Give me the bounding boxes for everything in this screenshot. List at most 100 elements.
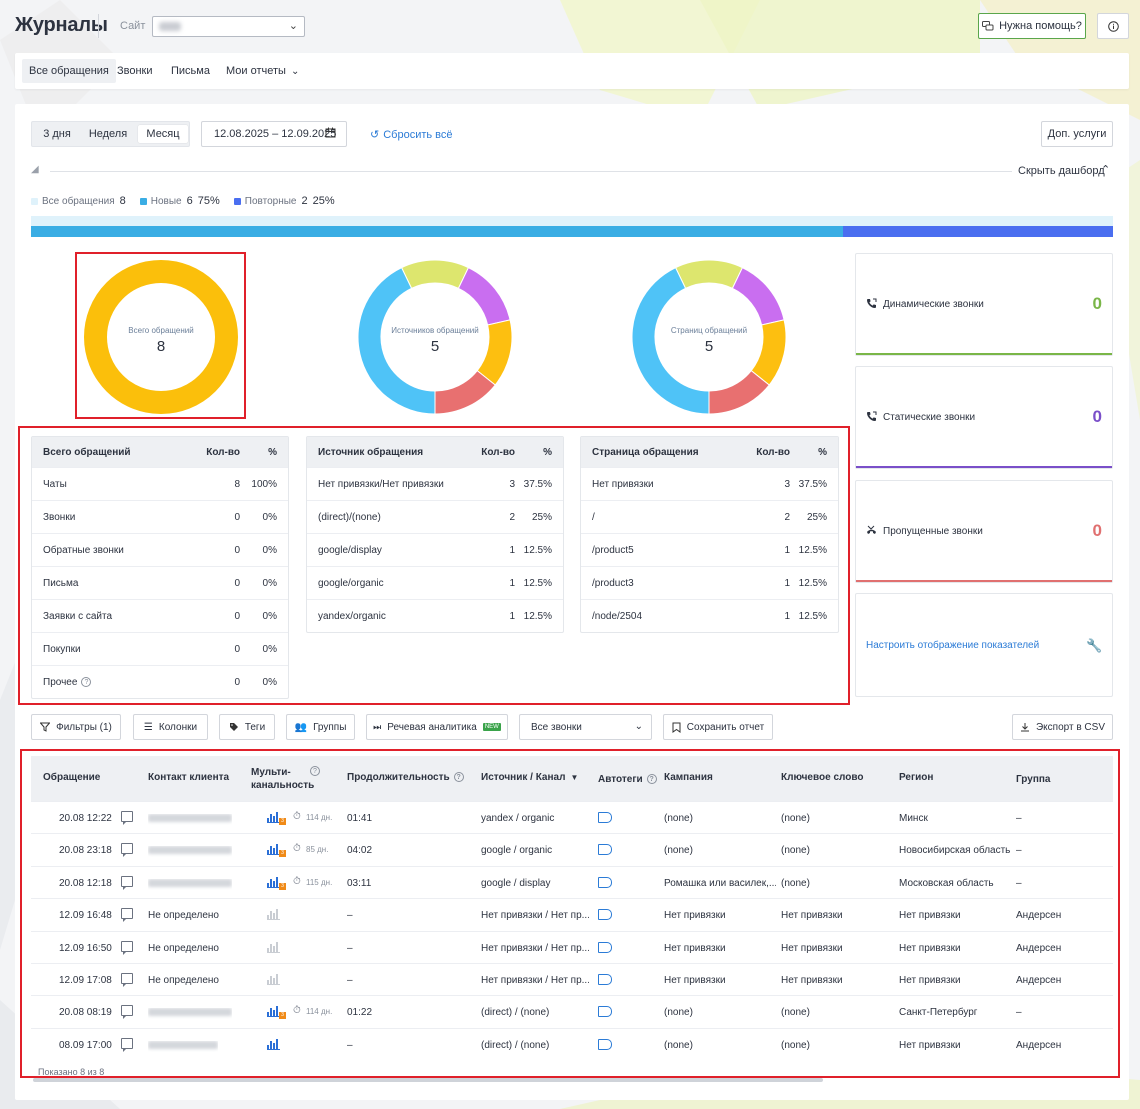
legend-new-label: Новые	[150, 195, 182, 207]
phone-dynamic-icon	[867, 298, 877, 308]
tags-label: Теги	[244, 721, 266, 733]
tab-my-reports[interactable]: Мои отчеты ⌄	[219, 59, 306, 83]
extra-services-button[interactable]: Доп. услуги	[1041, 121, 1113, 147]
groups-icon: 👥	[294, 721, 308, 733]
kpi-static-accent	[856, 466, 1112, 468]
download-icon	[1020, 723, 1029, 732]
legend-new-pct: 75%	[197, 195, 220, 207]
site-select[interactable]: ⌄	[152, 16, 305, 37]
filters-label: Фильтры (1)	[56, 721, 112, 733]
highlight-box-donut	[75, 252, 246, 419]
speech-analytics-label: Речевая аналитика	[387, 721, 477, 733]
save-report-button[interactable]: Сохранить отчет	[663, 714, 773, 740]
reset-label: Сбросить всё	[383, 129, 453, 141]
bookmark-icon	[672, 722, 681, 733]
donut-pages-chart	[631, 259, 787, 415]
kpi-dynamic-label: Динамические звонки	[883, 299, 984, 310]
calls-type-select[interactable]: Все звонки ⌄	[519, 714, 652, 740]
donut-sources-chart	[357, 259, 513, 415]
legend-all-swatch	[31, 197, 38, 205]
donut-pages-value: 5	[704, 338, 714, 355]
bar-new-segment	[31, 226, 843, 237]
legend-new: Новые 6 75%	[139, 195, 220, 207]
period-selector: 3 дня Неделя Месяц	[31, 121, 190, 147]
legend-repeat: Повторные 2 25%	[233, 195, 335, 207]
legend-repeat-label: Повторные	[244, 195, 297, 207]
tags-button[interactable]: Теги	[219, 714, 275, 740]
export-csv-label: Экспорт в CSV	[1035, 721, 1105, 733]
donut-sources-value: 5	[430, 338, 440, 355]
kpi-static-label: Статические звонки	[883, 412, 976, 423]
reset-icon: ↺	[370, 129, 380, 141]
reset-all-link[interactable]: ↺ Сбросить всё	[370, 128, 453, 141]
configure-metrics-link[interactable]: Настроить отображение показателей	[866, 640, 1039, 651]
date-range-picker[interactable]: 12.08.2025 – 12.09.2025	[201, 121, 347, 147]
highlight-box-table	[20, 749, 1120, 1078]
columns-label: Колонки	[158, 721, 198, 733]
info-icon	[1107, 20, 1119, 32]
legend-all-label: Все обращения	[42, 195, 115, 207]
legend-all: Все обращения 8	[31, 195, 126, 207]
dashboard-divider	[50, 171, 1012, 172]
period-month[interactable]: Месяц	[138, 125, 188, 143]
kpi-dynamic-calls: Динамические звонки 0	[855, 253, 1113, 356]
donut-slice	[674, 259, 744, 290]
groups-button[interactable]: 👥 Группы	[286, 714, 355, 740]
highlight-box-summary	[18, 426, 850, 705]
legend-all-value: 8	[119, 195, 126, 207]
appeals-split-bar	[31, 216, 1113, 237]
donut-sources-label: Источников обращений	[391, 326, 479, 335]
dashboard-chart-icon: ◢	[31, 164, 39, 175]
groups-label: Группы	[313, 721, 347, 733]
donut-pages: Страниц обращений 5	[631, 259, 787, 415]
legend-repeat-swatch	[233, 197, 241, 205]
kpi-dynamic-value: 0	[1092, 294, 1102, 313]
donut-pages-label: Страниц обращений	[670, 326, 748, 335]
calendar-icon	[325, 127, 336, 138]
columns-button[interactable]: ☰ Колонки	[133, 714, 208, 740]
filters-button[interactable]: Фильтры (1)	[31, 714, 121, 740]
help-button-label: Нужна помощь?	[999, 20, 1082, 32]
chevron-up-icon[interactable]: ⌃	[1101, 163, 1110, 176]
phone-static-icon	[867, 411, 877, 421]
filter-icon	[40, 722, 51, 732]
donut-slice	[457, 266, 511, 326]
tab-calls[interactable]: Звонки	[110, 59, 160, 83]
donut-slice	[434, 369, 496, 415]
help-button[interactable]: Нужна помощь?	[978, 13, 1086, 39]
period-week[interactable]: Неделя	[82, 125, 134, 143]
kpi-missed-label: Пропущенные звонки	[883, 526, 983, 537]
kpi-missed-calls: Пропущенные звонки 0	[855, 480, 1113, 583]
tab-letters[interactable]: Письма	[164, 59, 217, 83]
kpi-missed-value: 0	[1092, 521, 1102, 540]
bar-repeat-segment	[842, 226, 1113, 237]
waveform-icon: ⏭	[373, 721, 382, 732]
chevron-down-icon: ⌄	[288, 20, 298, 32]
header-divider	[98, 14, 99, 38]
chevron-down-icon: ⌄	[291, 66, 300, 77]
kpi-missed-accent	[856, 580, 1112, 582]
phone-missed-icon	[867, 525, 876, 534]
legend-new-value: 6	[186, 195, 193, 207]
tabs-bar: Все обращения Звонки Письма Мои отчеты ⌄	[15, 53, 1129, 89]
tab-all-appeals[interactable]: Все обращения	[22, 59, 116, 83]
tab-my-reports-label: Мои отчеты	[226, 65, 286, 77]
save-report-label: Сохранить отчет	[686, 721, 765, 733]
kpi-static-calls: Статические звонки 0	[855, 366, 1113, 469]
horizontal-scrollbar[interactable]	[33, 1078, 823, 1082]
hide-dashboard-toggle[interactable]: Скрыть дашборд	[1018, 165, 1105, 177]
info-button[interactable]	[1097, 13, 1129, 39]
donut-slice	[708, 369, 770, 415]
donut-slice	[400, 259, 470, 290]
new-badge: NEW	[482, 723, 501, 731]
period-3-days[interactable]: 3 дня	[35, 125, 79, 143]
speech-analytics-button[interactable]: ⏭ Речевая аналитика NEW	[366, 714, 508, 740]
chat-help-icon	[982, 20, 994, 30]
export-csv-button[interactable]: Экспорт в CSV	[1012, 714, 1113, 740]
appeals-legend: Все обращения 8 Новые 6 75% Повторные 2 …	[31, 195, 349, 207]
columns-icon: ☰	[143, 721, 153, 733]
legend-repeat-pct: 25%	[312, 195, 335, 207]
page-title: Журналы	[15, 14, 108, 36]
wrench-icon[interactable]: 🔧	[1086, 638, 1102, 654]
kpi-dynamic-accent	[856, 353, 1112, 355]
